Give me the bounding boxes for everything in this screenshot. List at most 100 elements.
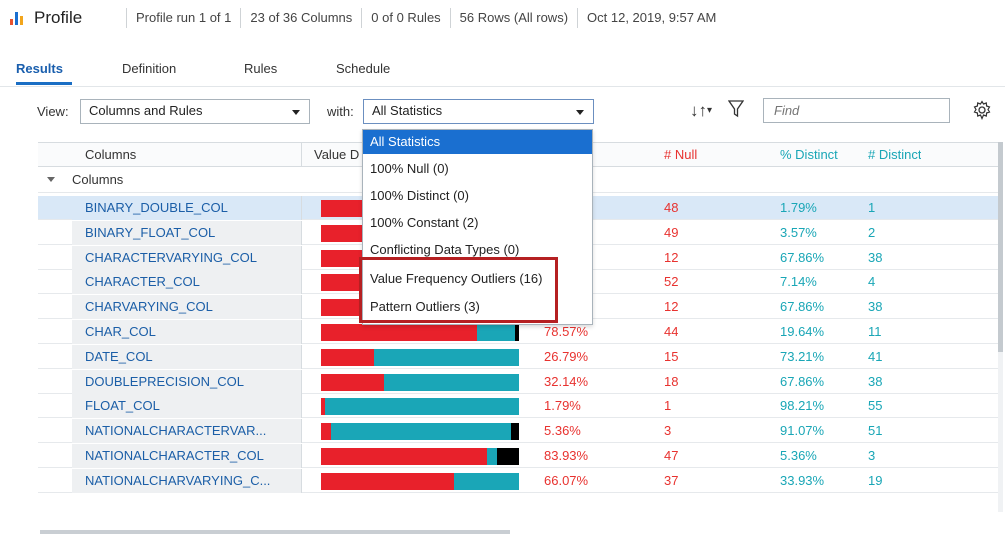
meta-timestamp: Oct 12, 2019, 9:57 AM: [577, 8, 725, 28]
value-distribution-bar: [321, 398, 519, 416]
column-name-link[interactable]: BINARY_DOUBLE_COL: [72, 196, 302, 220]
column-name-link[interactable]: CHARVARYING_COL: [72, 295, 302, 320]
null-count: 52: [664, 274, 679, 290]
column-name-link[interactable]: DOUBLEPRECISION_COL: [72, 369, 302, 394]
null-count: 18: [664, 373, 679, 389]
value-distribution-bar: [321, 348, 519, 366]
null-count: 47: [664, 448, 679, 463]
collapse-icon[interactable]: [47, 177, 55, 182]
distinct-percent: 19.64%: [780, 324, 825, 339]
table-row[interactable]: NATIONALCHARVARYING_C... 66.07% 37 33.93% 19: [38, 468, 1000, 493]
group-label: Columns: [72, 172, 124, 187]
null-segment: [321, 472, 454, 490]
null-count: 15: [664, 348, 679, 364]
distinct-percent: 67.86%: [780, 373, 825, 389]
constant-segment: [515, 324, 519, 341]
tab-rules[interactable]: Rules: [244, 61, 277, 76]
null-count: 48: [664, 200, 679, 215]
column-name-link[interactable]: BINARY_FLOAT_COL: [72, 220, 302, 245]
column-name-link[interactable]: DATE_COL: [72, 344, 302, 369]
tabs-divider: [0, 86, 1005, 87]
option-distinct[interactable]: 100% Distinct (0): [363, 184, 592, 208]
header-value-distribution[interactable]: Value D: [314, 143, 359, 167]
scrollbar-thumb[interactable]: [998, 142, 1003, 352]
statistics-select-value: All Statistics: [372, 103, 443, 118]
distinct-segment: [453, 472, 519, 490]
column-name-link[interactable]: CHARACTER_COL: [72, 270, 302, 295]
column-name-link[interactable]: NATIONALCHARACTER_COL: [72, 444, 302, 468]
table-row[interactable]: DATE_COL 26.79% 15 73.21% 41: [38, 344, 1000, 369]
sort-icon[interactable]: ↓↑▾: [690, 101, 712, 121]
distinct-percent: 3.57%: [780, 224, 817, 240]
distinct-percent: 33.93%: [780, 472, 825, 488]
null-percent: 26.79%: [544, 348, 589, 364]
header-null-count[interactable]: # Null: [664, 143, 697, 167]
value-distribution-bar: [321, 448, 519, 465]
table-row[interactable]: NATIONALCHARACTER_COL 83.93% 47 5.36% 3: [38, 444, 1000, 468]
outliers-highlight-box: [359, 257, 558, 323]
null-count: 3: [664, 423, 672, 439]
distinct-segment: [477, 324, 516, 341]
column-name-link[interactable]: CHAR_COL: [72, 320, 302, 344]
distinct-segment: [324, 398, 519, 416]
statistics-select[interactable]: All Statistics: [363, 99, 594, 124]
distinct-count: 19: [868, 472, 883, 488]
distinct-percent: 5.36%: [780, 448, 817, 463]
distinct-count: 55: [868, 398, 883, 414]
distinct-count: 3: [868, 448, 876, 463]
chevron-down-icon: [292, 110, 300, 115]
null-segment: [321, 299, 363, 317]
chevron-down-icon: [576, 110, 584, 115]
option-all-statistics[interactable]: All Statistics: [363, 130, 592, 154]
view-label: View:: [37, 104, 69, 119]
meta-rows: 56 Rows (All rows): [449, 8, 577, 28]
null-segment: [321, 348, 375, 366]
header-pct-distinct[interactable]: % Distinct: [780, 143, 838, 167]
header-columns[interactable]: Columns: [72, 143, 302, 167]
value-distribution-bar: [321, 423, 519, 441]
null-count: 1: [664, 398, 672, 414]
null-count: 49: [664, 224, 679, 240]
tab-definition[interactable]: Definition: [122, 61, 176, 76]
gear-icon[interactable]: [972, 100, 992, 125]
distinct-percent: 7.14%: [780, 274, 817, 290]
column-name-link[interactable]: NATIONALCHARVARYING_C...: [72, 468, 302, 493]
null-percent: 5.36%: [544, 423, 581, 439]
horizontal-scrollbar[interactable]: [40, 530, 510, 534]
option-null[interactable]: 100% Null (0): [363, 157, 592, 181]
distinct-percent: 67.86%: [780, 249, 825, 265]
column-name-link[interactable]: FLOAT_COL: [72, 394, 302, 419]
distinct-count: 11: [868, 324, 882, 339]
column-name-link[interactable]: NATIONALCHARACTERVAR...: [72, 419, 302, 444]
null-percent: 1.79%: [544, 398, 581, 414]
distinct-segment: [374, 348, 519, 366]
profile-meta: Profile run 1 of 1 23 of 36 Columns 0 of…: [126, 8, 725, 28]
meta-rules: 0 of 0 Rules: [361, 8, 449, 28]
view-select[interactable]: Columns and Rules: [80, 99, 310, 124]
tab-results[interactable]: Results: [16, 61, 63, 76]
column-name-link[interactable]: CHARACTERVARYING_COL: [72, 245, 302, 270]
null-segment: [321, 324, 478, 341]
distinct-count: 2: [868, 224, 876, 240]
vertical-scrollbar[interactable]: [998, 142, 1003, 512]
find-input[interactable]: [763, 98, 950, 123]
tab-bar: Results Definition Rules Schedule: [0, 56, 1005, 86]
distinct-count: 4: [868, 274, 876, 290]
view-select-value: Columns and Rules: [89, 103, 203, 118]
table-row[interactable]: DOUBLEPRECISION_COL 32.14% 18 67.86% 38: [38, 369, 1000, 394]
table-row[interactable]: FLOAT_COL 1.79% 1 98.21% 55: [38, 394, 1000, 419]
table-row[interactable]: NATIONALCHARACTERVAR... 5.36% 3 91.07% 51: [38, 419, 1000, 444]
distinct-percent: 91.07%: [780, 423, 825, 439]
option-constant[interactable]: 100% Constant (2): [363, 211, 592, 235]
filter-icon[interactable]: [727, 99, 745, 124]
tab-schedule[interactable]: Schedule: [336, 61, 390, 76]
null-percent: 32.14%: [544, 373, 589, 389]
null-segment: [321, 448, 488, 465]
chart-icon: [10, 11, 24, 25]
null-count: 12: [664, 249, 679, 265]
distinct-count: 41: [868, 348, 883, 364]
distinct-count: 38: [868, 249, 883, 265]
distinct-count: 38: [868, 299, 883, 315]
header-distinct-count[interactable]: # Distinct: [868, 143, 921, 167]
active-tab-indicator: [16, 82, 72, 85]
